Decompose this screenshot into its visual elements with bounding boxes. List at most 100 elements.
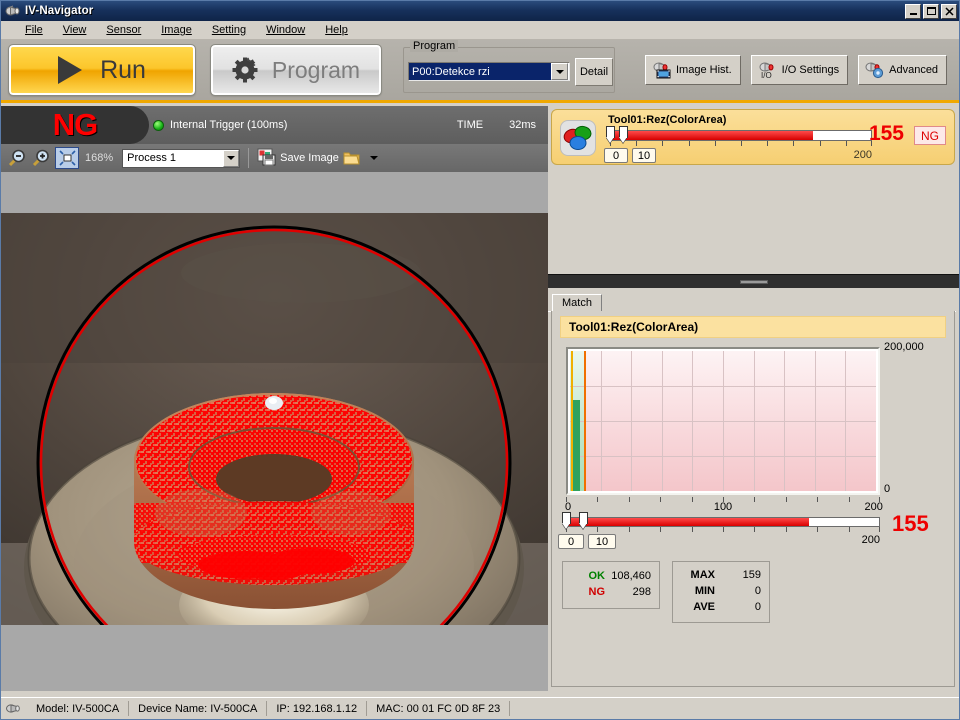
results-panel: Tool01:Rez(ColorArea) 0 10 200 155 NG Ma… [548,106,959,691]
panel-header: Tool01:Rez(ColorArea) [560,316,946,338]
slider-upper-handle[interactable] [579,512,588,531]
advanced-button[interactable]: Advanced [858,55,948,85]
image-hist-button[interactable]: Image Hist. [645,55,741,85]
histogram-chart [566,347,880,495]
judgement-result: NG [1,106,149,144]
stats-min-value: 0 [754,585,761,597]
tool-title: Tool01:Rez(ColorArea) [608,114,727,126]
panel-splitter[interactable] [548,274,959,288]
folder-icon[interactable] [343,150,360,166]
application-window: IV-Navigator File View Sensor Image Sett… [0,0,960,720]
slider-lower-handle[interactable] [562,512,571,531]
fit-to-window-icon[interactable] [55,147,79,169]
lower-threshold-value[interactable]: 0 [604,148,628,163]
zoom-in-icon[interactable] [31,148,51,168]
process-select-value: Process 1 [127,152,177,164]
run-button[interactable]: Run [8,44,196,96]
counter-ng-value: 298 [632,586,651,598]
menu-item-sensor[interactable]: Sensor [96,22,151,38]
chevron-down-icon[interactable] [551,63,568,80]
counter-ok-label: OK [588,570,606,582]
slider-current-value: 155 [892,511,929,536]
judgement-result-label: NG [52,107,98,142]
advanced-label: Advanced [889,64,939,76]
program-button[interactable]: Program [210,44,382,96]
inspection-image [1,213,548,625]
menu-item-window[interactable]: Window [256,22,315,38]
menu-item-file[interactable]: File [15,22,53,38]
stats-ave-value: 0 [754,601,761,613]
process-select[interactable]: Process 1 [122,148,241,168]
judgement-bar: NG Internal Trigger (100ms) TIME 32ms [1,106,548,144]
tool-result-card[interactable]: Tool01:Rez(ColorArea) 0 10 200 155 NG [551,109,955,165]
tab-match-label: Match [562,297,592,309]
y-axis-max-label: 200,000 [884,341,924,353]
status-mac: MAC: 00 01 FC 0D 8F 23 [367,701,511,716]
program-group: Program P00:Detekce rzi Detail [403,40,615,93]
stats-row-max: MAX 159 [673,567,769,583]
slider-max-label: 200 [861,534,880,546]
stats-ave-label: AVE [693,601,715,613]
tool-gauge-ticks [610,141,872,147]
maximize-button[interactable] [923,3,939,19]
image-panel: NG Internal Trigger (100ms) TIME 32ms 16… [1,106,548,691]
slider-upper-value[interactable]: 10 [588,534,616,549]
stats-min-label: MIN [694,585,715,597]
time-value: 32ms [509,119,536,131]
lower-threshold-line [571,351,574,491]
save-image-icon [257,148,276,169]
chevron-down-icon[interactable] [223,149,240,167]
stats-row-ave: AVE 0 [673,599,769,615]
detail-button[interactable]: Detail [575,58,613,86]
camera-icon [5,4,21,18]
upper-threshold-line [584,351,587,491]
trigger-led-icon [153,119,164,131]
tool-gauge-max: 200 [853,149,872,161]
status-ip: IP: 192.168.1.12 [267,701,368,716]
menu-item-view[interactable]: View [53,22,97,38]
menu-item-image[interactable]: Image [151,22,202,38]
y-axis-min-label: 0 [884,483,891,495]
detail-button-label: Detail [579,66,609,78]
tool-status-badge: NG [914,126,946,145]
main-toolbar: Run Program Program P00:Detekce rzi Deta… [1,40,959,103]
upper-threshold-handle[interactable] [619,126,628,145]
zoom-out-icon[interactable] [7,148,27,168]
menu-bar: File View Sensor Image Setting Window He… [1,21,959,40]
stats-box: MAX 159 MIN 0 AVE 0 [672,561,770,623]
x-axis: 0 100 200 [565,497,883,513]
program-select[interactable]: P00:Detekce rzi [408,62,570,81]
window-title: IV-Navigator [25,5,94,17]
slider-lower-value[interactable]: 0 [558,534,584,549]
upper-threshold-value[interactable]: 10 [632,148,656,163]
image-hist-label: Image Hist. [676,64,732,76]
menu-item-setting[interactable]: Setting [202,22,256,38]
counter-ng-label: NG [588,586,606,598]
program-select-value: P00:Detekce rzi [409,63,551,80]
threshold-slider[interactable]: 0 10 200 155 [558,511,929,549]
threshold-slider-ticks [566,527,880,533]
tool-gauge-fill [611,131,813,140]
menu-item-help[interactable]: Help [315,22,358,38]
tool-gauge-bar [610,130,872,141]
threshold-slider-bar [566,517,880,527]
run-button-label: Run [100,55,146,84]
status-device-name: Device Name: IV-500CA [129,701,268,716]
io-settings-button[interactable]: I/O I/O Settings [750,55,849,85]
image-canvas[interactable] [1,172,548,691]
result-tabs: Match [548,294,959,312]
tool-value: 155 [868,122,904,145]
status-bar: Model: IV-500CA Device Name: IV-500CA IP… [1,697,959,719]
tab-match[interactable]: Match [552,294,602,312]
lower-threshold-handle[interactable] [606,126,615,145]
folder-dropdown-icon[interactable] [369,156,378,160]
tool-gauge[interactable]: 0 10 200 [604,126,872,163]
counter-row-ok: OK 108,460 [563,568,659,584]
close-button[interactable] [941,3,957,19]
program-button-label: Program [271,56,361,83]
gear-icon [232,57,258,83]
save-image-button[interactable]: Save Image [257,148,339,169]
minimize-button[interactable] [905,3,921,19]
x-tick-label-100: 100 [713,501,733,513]
x-tick-label-200: 200 [864,501,883,513]
